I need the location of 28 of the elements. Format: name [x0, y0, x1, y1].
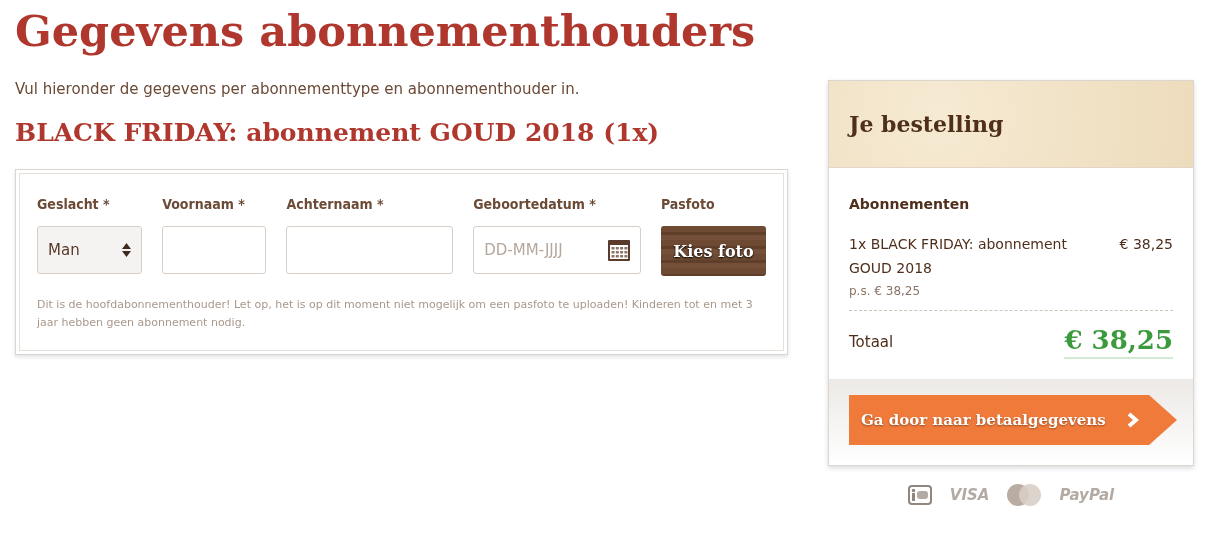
total-label: Totaal [849, 333, 894, 351]
field-label: Geboortedatum * [473, 196, 597, 214]
field-label: Achternaam * [286, 196, 385, 214]
calendar-icon[interactable] [608, 239, 630, 261]
help-text: Dit is de hoofdabonnementhouder! Let op, het is op dit moment niet mogelijk om een pasfoto te uploaden! Kinderen tot en met 3 jaar hebben geen abonnement nodig. [37, 297, 754, 331]
sort-arrows-icon [122, 243, 132, 257]
field-label: Pasfoto [661, 196, 716, 214]
choose-photo-button[interactable]: Kies foto [661, 226, 766, 276]
select-field[interactable]: Man [37, 226, 143, 274]
page-title: Gegevens abonnementhouders [15, 6, 757, 56]
item-price: € 38,25 [1119, 235, 1173, 254]
card-logo-icon [1007, 484, 1042, 506]
select-value: Man [48, 241, 80, 259]
section-heading: Abonnementen [849, 196, 971, 212]
item-name: 1x BLACK FRIDAY: abonnement GOUD 2018 [849, 235, 1068, 278]
item-detail: p.s. € 38,25 [849, 284, 1173, 311]
field-label: Voornaam * [162, 196, 246, 214]
intro-text: Vul hieronder de gegevens per abonnementtype en abonnementhouder in. [15, 80, 581, 98]
text-field[interactable] [162, 226, 267, 274]
ideal-icon [907, 485, 932, 505]
section-title: BLACK FRIDAY: abonnement GOUD 2018 (1x) [15, 118, 661, 147]
payment-logo: PayPal [1059, 486, 1115, 504]
chevron-right-icon [1127, 412, 1139, 428]
payment-logo: VISA [949, 486, 990, 504]
total-price: € 38,25 [1064, 325, 1173, 359]
panel-title: Je bestelling [849, 111, 1004, 137]
field-label: Geslacht * [37, 196, 111, 214]
text-field[interactable] [286, 226, 454, 274]
